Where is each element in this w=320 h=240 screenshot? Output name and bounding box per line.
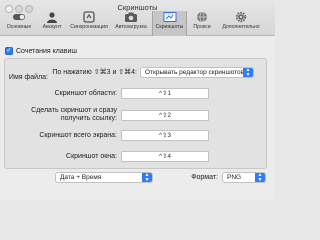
camera-icon (125, 12, 137, 22)
screenshot-icon (163, 12, 176, 22)
area-shortcut-label: Скриншот области: (54, 90, 117, 97)
tab-label: Скриншоты (155, 24, 184, 30)
tab-advanced[interactable]: Дополнительно (216, 11, 266, 36)
chevron-updown-icon: ▲ ▼ (142, 173, 152, 182)
account-icon (47, 12, 57, 23)
screenshots-pane: ✓ Сочетания клавиш По нажатию ⇧⌘3 и ⇧⌘4:… (0, 37, 275, 200)
format-value: PNG (227, 174, 242, 181)
globe-icon (197, 11, 207, 23)
switch-icon (13, 14, 25, 20)
tab-account[interactable]: Аккаунт (37, 11, 67, 36)
fullscreen-shortcut-label: Скриншот всего экрана: (39, 132, 117, 139)
preferences-window: Скриншоты Основные Аккаунт Синхронизация (0, 0, 275, 200)
shortcuts-checkbox[interactable]: ✓ (5, 47, 13, 55)
tab-general[interactable]: Основные (2, 11, 36, 36)
tab-autoupload[interactable]: Автозагрузка (111, 11, 151, 36)
press-action-value: Открывать редактор скриншотов (145, 69, 245, 76)
filename-value: Дата + Время (60, 174, 102, 181)
shortcuts-checkbox-label: Сочетания клавиш (16, 47, 77, 55)
tab-label: Синхронизация (70, 24, 108, 30)
format-select[interactable]: PNG ▲ ▼ (222, 172, 266, 183)
format-label: Формат: (191, 174, 218, 181)
filename-select[interactable]: Дата + Время ▲ ▼ (55, 172, 153, 183)
press-action-select[interactable]: Открывать редактор скриншотов ▲ ▼ (140, 67, 254, 78)
chevron-updown-icon: ▲ ▼ (243, 68, 253, 77)
shortcuts-checkbox-row[interactable]: ✓ Сочетания клавиш (5, 46, 77, 56)
tab-label: Дополнительно (222, 24, 260, 30)
tab-label: Аккаунт (42, 24, 62, 30)
fullscreen-shortcut-field[interactable]: ^⇧3 (121, 130, 209, 141)
link-shortcut-label: Сделать скриншот и сразу получить ссылку… (31, 107, 117, 122)
link-shortcut-field[interactable]: ^⇧2 (121, 110, 209, 121)
area-shortcut-field[interactable]: ^⇧1 (121, 88, 209, 99)
chevron-updown-icon: ▲ ▼ (255, 173, 265, 182)
window-shortcut-label: Скриншот окна: (66, 153, 117, 160)
tab-label: Автозагрузка (115, 24, 147, 30)
tab-label: Прокси (193, 24, 211, 30)
tab-sync[interactable]: Синхронизация (68, 11, 110, 36)
sync-icon (83, 11, 95, 23)
tab-proxy[interactable]: Прокси (189, 11, 215, 36)
tab-screenshots[interactable]: Скриншоты (152, 11, 187, 36)
tab-label: Основные (6, 24, 32, 30)
toolbar: Скриншоты Основные Аккаунт Синхронизация (0, 0, 275, 36)
gear-icon (235, 11, 247, 23)
filename-label: Имя файла: (8, 74, 48, 81)
window-shortcut-field[interactable]: ^⇧4 (121, 151, 209, 162)
